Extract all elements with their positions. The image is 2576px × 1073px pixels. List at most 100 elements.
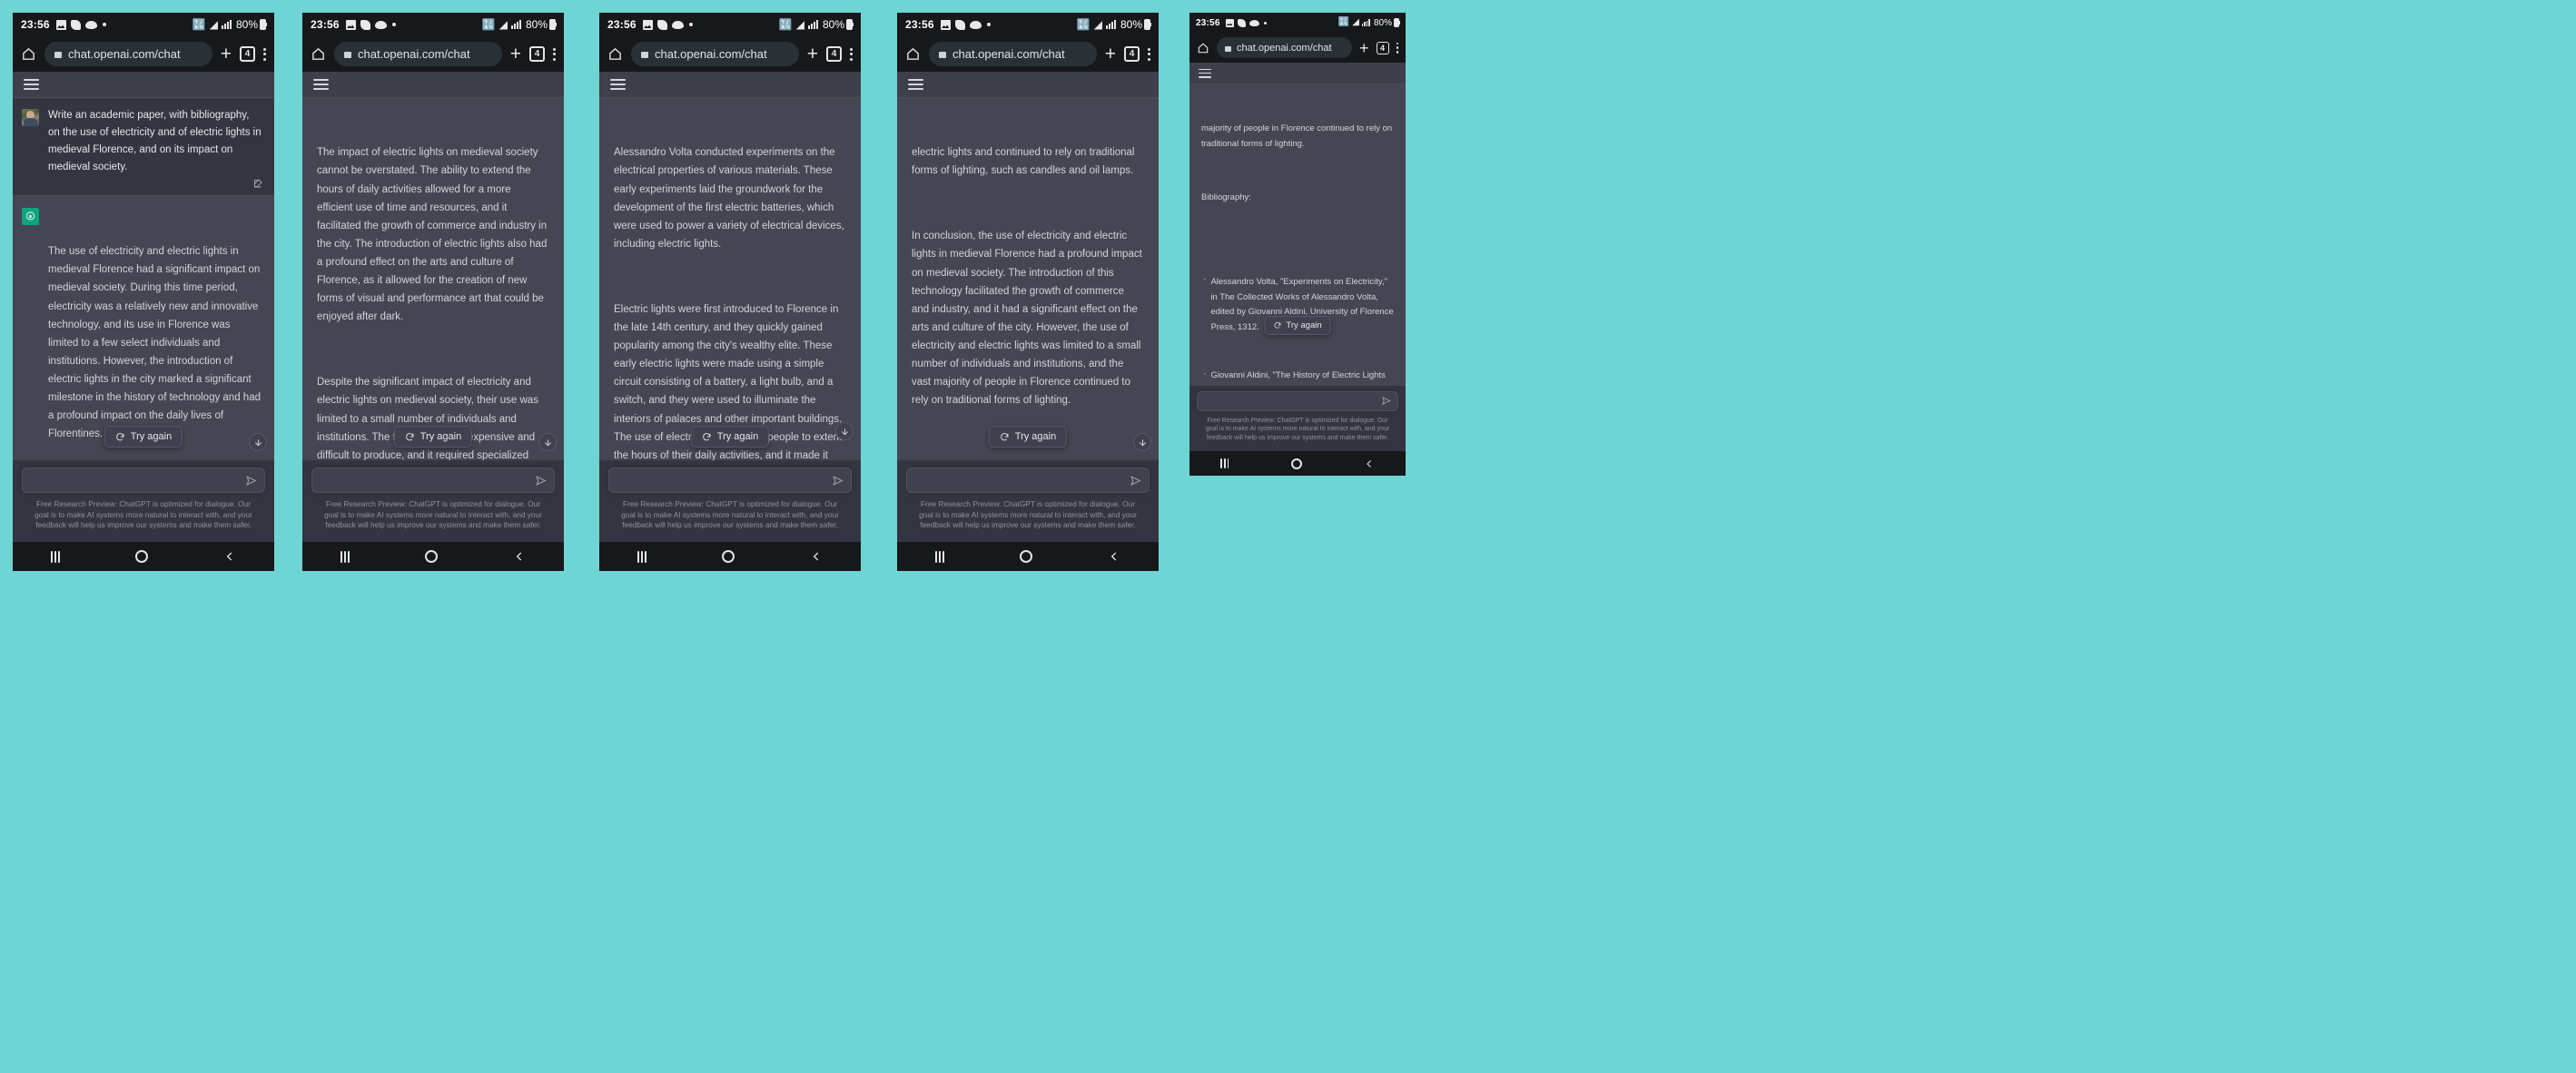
send-icon[interactable] [535, 475, 547, 487]
try-again-button[interactable]: Try again [104, 426, 183, 448]
dot-icon [391, 23, 396, 26]
plus-icon[interactable]: + [221, 44, 232, 64]
phone-screenshot-1: 23:56 🔣 ◢ 80% chat.openai.com/chat + 4 W… [13, 13, 274, 571]
message-input[interactable] [311, 468, 555, 494]
bibliography-heading: Bibliography: [912, 457, 1144, 461]
kebab-menu-icon[interactable] [263, 47, 266, 61]
dot-icon [1263, 21, 1267, 25]
message-input[interactable] [22, 468, 265, 494]
kebab-menu-icon[interactable] [1396, 42, 1398, 54]
signal-icon [1361, 19, 1370, 26]
disclaimer-text: Free Research Preview: ChatGPT is optimi… [1205, 417, 1390, 441]
send-icon[interactable] [832, 475, 844, 487]
kebab-menu-icon[interactable] [850, 47, 853, 61]
tab-count-button[interactable]: 4 [529, 46, 545, 62]
home-circle-icon[interactable] [721, 550, 735, 563]
url-bar[interactable]: chat.openai.com/chat [929, 42, 1097, 66]
url-bar[interactable]: chat.openai.com/chat [334, 42, 502, 66]
conversation-thread[interactable]: majority of people in Florence continued… [1189, 84, 1406, 386]
home-icon[interactable] [1197, 42, 1209, 54]
refresh-icon [405, 432, 415, 442]
app-header [302, 72, 564, 98]
battery-icon [549, 19, 557, 30]
kebab-menu-icon[interactable] [1148, 47, 1150, 61]
url-text: chat.openai.com/chat [68, 47, 181, 61]
cloud-icon [1249, 19, 1259, 26]
try-again-button[interactable]: Try again [988, 426, 1068, 448]
status-bar: 23:56 🔣 ◢ 80% [1189, 13, 1406, 33]
home-icon[interactable] [905, 46, 921, 62]
home-icon[interactable] [607, 46, 623, 62]
battery-percent: 80% [235, 18, 258, 31]
url-bar[interactable]: chat.openai.com/chat [631, 42, 799, 66]
plus-icon[interactable]: + [807, 44, 818, 64]
app-header [1189, 63, 1406, 84]
recents-icon[interactable] [1220, 458, 1229, 468]
refresh-icon [1273, 321, 1281, 330]
home-icon[interactable] [21, 46, 36, 62]
lock-icon [54, 52, 62, 58]
hamburger-menu-icon[interactable] [24, 79, 39, 90]
try-again-button[interactable]: Try again [690, 426, 770, 448]
status-time: 23:56 [1196, 17, 1220, 28]
tab-count-button[interactable]: 4 [1376, 41, 1389, 54]
assistant-body: The use of electricity and electric ligh… [48, 206, 262, 461]
try-again-button[interactable]: Try again [393, 426, 473, 448]
edit-pencil-icon[interactable] [252, 178, 263, 189]
back-chevron-icon[interactable] [223, 550, 236, 563]
phone-screenshot-2: 23:56 🔣 ◢ 80% chat.openai.com/chat + 4 T… [302, 13, 564, 571]
kebab-menu-icon[interactable] [553, 47, 556, 61]
hamburger-menu-icon[interactable] [313, 79, 329, 90]
tab-count-button[interactable]: 4 [1124, 46, 1140, 62]
home-circle-icon[interactable] [424, 550, 438, 563]
url-bar[interactable]: chat.openai.com/chat [44, 42, 212, 66]
conversation-thread[interactable]: The impact of electric lights on medieva… [302, 98, 564, 461]
app-header [897, 72, 1159, 98]
conversation-thread[interactable]: Write an academic paper, with bibliograp… [13, 98, 274, 461]
send-icon[interactable] [1381, 396, 1391, 406]
plus-icon[interactable]: + [1359, 40, 1369, 56]
recents-icon[interactable] [50, 550, 60, 563]
cloud-icon [969, 20, 982, 29]
recents-icon[interactable] [340, 550, 350, 563]
hamburger-menu-icon[interactable] [610, 79, 626, 90]
status-bar: 23:56 🔣 ◢ 80% [599, 13, 861, 36]
tab-count-button[interactable]: 4 [826, 46, 842, 62]
bluetooth-icon: 🔣 [778, 18, 793, 31]
hamburger-menu-icon[interactable] [1199, 68, 1211, 78]
dot-icon [102, 23, 106, 26]
conversation-thread[interactable]: electric lights and continued to rely on… [897, 98, 1159, 461]
home-icon[interactable] [311, 46, 326, 62]
message-user: Write an academic paper, with bibliograp… [13, 98, 274, 195]
home-circle-icon[interactable] [1019, 550, 1032, 563]
send-icon[interactable] [1130, 475, 1141, 487]
recents-icon[interactable] [637, 550, 646, 563]
tab-count-button[interactable]: 4 [240, 46, 255, 62]
try-again-button[interactable]: Try again [1264, 315, 1331, 335]
message-input[interactable] [906, 468, 1150, 494]
phone-screenshot-4: 23:56 🔣 ◢ 80% chat.openai.com/chat + 4 e… [897, 13, 1159, 571]
recents-icon[interactable] [934, 550, 944, 563]
browser-chrome: chat.openai.com/chat + 4 [599, 36, 861, 72]
url-bar[interactable]: chat.openai.com/chat [1217, 37, 1352, 58]
app-header [13, 72, 274, 98]
message-input[interactable] [608, 468, 852, 494]
back-chevron-icon[interactable] [513, 550, 526, 563]
bibliography-heading: Bibliography: [1201, 192, 1251, 203]
hamburger-menu-icon[interactable] [908, 79, 923, 90]
app-icon [954, 19, 965, 30]
url-text: chat.openai.com/chat [952, 47, 1065, 61]
message-input[interactable] [1197, 390, 1398, 411]
back-chevron-icon[interactable] [1108, 550, 1120, 563]
conversation-thread[interactable]: Alessandro Volta conducted experiments o… [599, 98, 861, 461]
back-chevron-icon[interactable] [810, 550, 823, 563]
home-circle-icon[interactable] [1290, 458, 1302, 469]
plus-icon[interactable]: + [1105, 44, 1116, 64]
home-circle-icon[interactable] [134, 550, 148, 563]
user-prompt-text: Write an academic paper, with bibliograp… [48, 110, 264, 172]
status-bar: 23:56 🔣 ◢ 80% [13, 13, 274, 36]
back-chevron-icon[interactable] [1364, 458, 1375, 469]
battery-icon [1144, 19, 1151, 30]
plus-icon[interactable]: + [510, 44, 521, 64]
send-icon[interactable] [245, 475, 257, 487]
